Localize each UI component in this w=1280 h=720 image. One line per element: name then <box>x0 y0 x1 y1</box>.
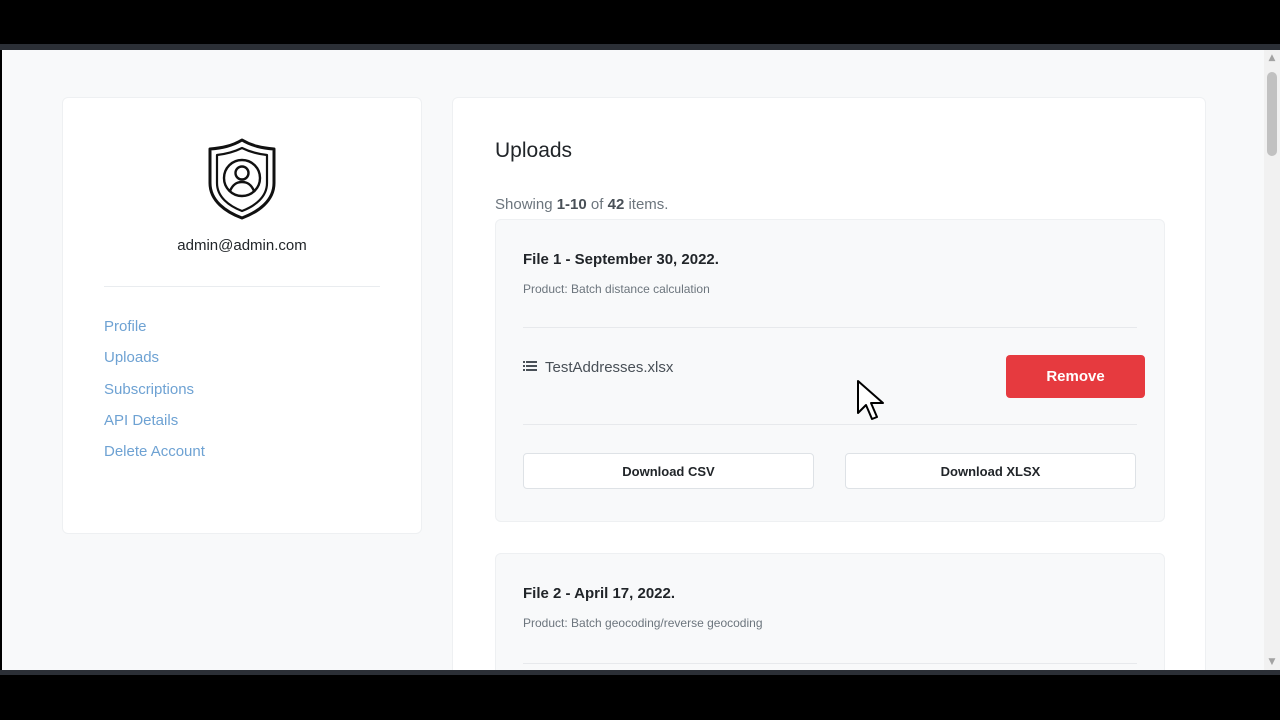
pagination-summary: Showing 1-10 of 42 items. <box>495 196 668 213</box>
summary-suffix: items. <box>624 196 669 213</box>
chevron-up-icon[interactable]: ▲ <box>1264 50 1280 66</box>
sidebar-item-delete-account[interactable]: Delete Account <box>104 443 205 460</box>
account-sidebar: admin@admin.com Profile Uploads Subscrip… <box>62 97 422 534</box>
upload-divider <box>523 327 1137 328</box>
uploads-panel: Uploads Showing 1-10 of 42 items. File 1… <box>452 97 1206 670</box>
upload-file-row: TestAddresses.xlsx <box>523 359 673 376</box>
summary-prefix: Showing <box>495 196 557 213</box>
summary-range: 1-10 <box>556 196 587 213</box>
browser-edge-bottom <box>0 670 1280 675</box>
upload-divider <box>523 663 1137 664</box>
scroll-thumb[interactable] <box>1267 72 1277 156</box>
upload-product: Product: Batch geocoding/reverse geocodi… <box>523 616 763 630</box>
upload-title: File 2 - April 17, 2022. <box>523 585 676 602</box>
chevron-down-icon[interactable]: ▼ <box>1264 654 1280 670</box>
sidebar-divider <box>104 286 380 287</box>
upload-product: Product: Batch distance calculation <box>523 282 710 296</box>
remove-button[interactable]: Remove <box>1006 355 1145 398</box>
vertical-scrollbar[interactable]: ▲ ▼ <box>1264 50 1280 670</box>
user-email: admin@admin.com <box>177 237 307 254</box>
sidebar-item-uploads[interactable]: Uploads <box>104 349 159 366</box>
sidebar-nav: Profile Uploads Subscriptions API Detail… <box>104 317 205 473</box>
bottom-letterbox <box>0 670 1280 720</box>
upload-filename: TestAddresses.xlsx <box>545 359 674 376</box>
upload-divider <box>523 424 1137 425</box>
page-title: Uploads <box>495 139 573 162</box>
upload-item: File 1 - September 30, 2022. Product: Ba… <box>495 219 1165 522</box>
shield-user-icon <box>208 138 276 220</box>
page-viewport: admin@admin.com Profile Uploads Subscrip… <box>2 50 1264 670</box>
sidebar-item-profile[interactable]: Profile <box>104 318 147 335</box>
sidebar-item-api-details[interactable]: API Details <box>104 412 178 429</box>
download-csv-button[interactable]: Download CSV <box>523 453 814 489</box>
sidebar-item-subscriptions[interactable]: Subscriptions <box>104 381 194 398</box>
summary-of: of <box>586 196 608 213</box>
upload-title: File 1 - September 30, 2022. <box>523 251 719 268</box>
mouse-pointer-icon <box>857 380 884 420</box>
top-letterbox <box>0 0 1280 44</box>
summary-total: 42 <box>607 196 625 213</box>
download-xlsx-button[interactable]: Download XLSX <box>845 453 1136 489</box>
upload-item: File 2 - April 17, 2022. Product: Batch … <box>495 553 1165 670</box>
list-icon <box>523 360 537 371</box>
